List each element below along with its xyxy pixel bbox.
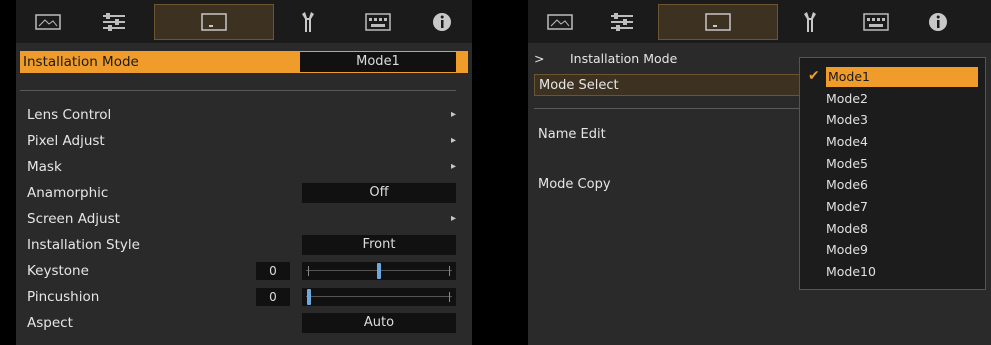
row-anamorphic[interactable]: Anamorphic Off <box>24 182 464 204</box>
row-name-edit[interactable]: Name Edit <box>534 124 794 146</box>
info-icon <box>433 13 451 31</box>
dropdown-option-mode6[interactable]: Mode6 <box>826 175 868 195</box>
row-mode-select[interactable]: Mode Select <box>534 74 804 96</box>
row-screen-adjust[interactable]: Screen Adjust ▸ <box>24 208 464 230</box>
pincushion-number: 0 <box>256 288 290 306</box>
screen-adjust-label: Screen Adjust <box>27 211 120 227</box>
chevron-right-icon: ▸ <box>450 213 456 224</box>
dropdown-option-mode7[interactable]: Mode7 <box>826 197 868 217</box>
dropdown-option-mode2[interactable]: Mode2 <box>826 89 868 109</box>
wrench-icon <box>804 12 816 32</box>
tab-setup[interactable] <box>784 4 840 40</box>
keyboard-icon <box>365 13 391 31</box>
dropdown-option-mode1[interactable]: Mode1 <box>826 67 978 87</box>
tab-signal[interactable] <box>848 4 904 40</box>
dropdown-option-mode8[interactable]: Mode8 <box>826 219 868 239</box>
dropdown-option-mode5[interactable]: Mode5 <box>826 154 868 174</box>
row-lens-control[interactable]: Lens Control ▸ <box>24 104 464 126</box>
tab-adjust[interactable] <box>594 4 650 40</box>
chevron-right-icon: ▸ <box>450 135 456 146</box>
breadcrumb-title: Installation Mode <box>570 51 678 66</box>
checkmark-icon: ✔ <box>808 68 820 84</box>
dropdown-option-mode10[interactable]: Mode10 <box>826 262 876 282</box>
aspect-label: Aspect <box>27 315 73 331</box>
row-mode-copy[interactable]: Mode Copy <box>534 174 794 196</box>
sliders-icon <box>611 13 633 31</box>
right-tab-bar <box>528 0 991 43</box>
mode-select-label: Mode Select <box>539 78 619 93</box>
anamorphic-value[interactable]: Off <box>302 183 456 203</box>
left-menu-panel: Installation Mode Mode1 Lens Control ▸ P… <box>16 0 472 345</box>
dropdown-option-mode4[interactable]: Mode4 <box>826 132 868 152</box>
right-menu-panel: > Installation Mode Mode Select Name Edi… <box>528 0 991 345</box>
chevron-right-icon: ▸ <box>450 109 456 120</box>
tab-installation[interactable] <box>658 4 778 40</box>
name-edit-label: Name Edit <box>538 127 606 142</box>
screen-icon <box>201 13 227 31</box>
row-keystone[interactable]: Keystone 0 <box>24 260 464 282</box>
breadcrumb-arrow: > <box>534 51 545 66</box>
row-pincushion[interactable]: Pincushion 0 <box>24 286 464 308</box>
installation-mode-row[interactable]: Installation Mode Mode1 <box>20 51 468 73</box>
mode-copy-label: Mode Copy <box>538 177 611 192</box>
picture-icon <box>35 14 61 30</box>
sliders-icon <box>103 13 125 31</box>
installation-style-value[interactable]: Front <box>302 235 456 255</box>
dropdown-option-mode9[interactable]: Mode9 <box>826 240 868 260</box>
wrench-icon <box>302 12 314 32</box>
row-pixel-adjust[interactable]: Pixel Adjust ▸ <box>24 130 464 152</box>
lens-control-label: Lens Control <box>27 107 112 123</box>
info-icon <box>929 13 947 31</box>
row-installation-style[interactable]: Installation Style Front <box>24 234 464 256</box>
installation-style-label: Installation Style <box>27 237 140 253</box>
breadcrumb: > Installation Mode <box>534 48 794 70</box>
mode-dropdown-list[interactable]: ✔ Mode1 Mode2 Mode3 Mode4 Mode5 Mode6 Mo… <box>799 57 986 290</box>
picture-icon <box>547 14 573 30</box>
keystone-number: 0 <box>256 262 290 280</box>
pincushion-slider-thumb[interactable] <box>307 289 311 305</box>
tab-installation[interactable] <box>154 4 274 40</box>
chevron-right-icon: ▸ <box>450 161 456 172</box>
keystone-slider-thumb[interactable] <box>377 263 381 279</box>
pixel-adjust-label: Pixel Adjust <box>27 133 105 149</box>
installation-mode-value: Mode1 <box>300 52 456 72</box>
tab-information[interactable] <box>414 4 470 40</box>
mask-label: Mask <box>27 159 62 175</box>
tab-signal[interactable] <box>350 4 406 40</box>
tab-picture[interactable] <box>532 4 588 40</box>
divider <box>534 108 800 109</box>
tab-setup[interactable] <box>282 4 338 40</box>
keyboard-icon <box>863 13 889 31</box>
left-tab-bar <box>16 0 472 43</box>
pincushion-label: Pincushion <box>27 289 100 305</box>
pincushion-slider[interactable] <box>302 288 456 306</box>
screen-icon <box>705 13 731 31</box>
tab-picture[interactable] <box>20 4 76 40</box>
aspect-value[interactable]: Auto <box>302 313 456 333</box>
keystone-label: Keystone <box>27 263 89 279</box>
installation-mode-label: Installation Mode <box>23 54 139 70</box>
anamorphic-label: Anamorphic <box>27 185 109 201</box>
tab-information[interactable] <box>910 4 966 40</box>
divider <box>20 90 456 91</box>
tab-adjust[interactable] <box>86 4 142 40</box>
row-mask[interactable]: Mask ▸ <box>24 156 464 178</box>
keystone-slider[interactable] <box>302 262 456 280</box>
row-aspect[interactable]: Aspect Auto <box>24 312 464 334</box>
dropdown-option-mode3[interactable]: Mode3 <box>826 110 868 130</box>
